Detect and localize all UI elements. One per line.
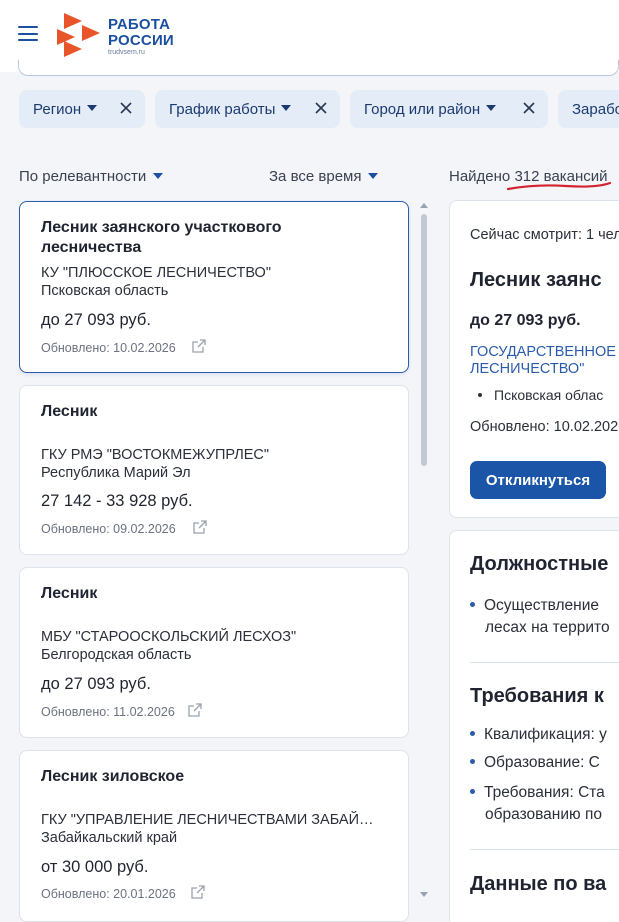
vacancy-card[interactable]: Лесник зиловское ГКУ "УПРАВЛЕНИЕ ЛЕСНИЧЕ… bbox=[19, 750, 409, 922]
external-link-icon[interactable] bbox=[190, 884, 206, 900]
sort-label: По релевантности bbox=[19, 168, 147, 185]
vacancy-card[interactable]: Лесник ГКУ РМЭ "ВОСТОКМЕЖУПРЛЕС" Республ… bbox=[19, 385, 409, 555]
external-link-icon[interactable] bbox=[187, 702, 203, 718]
requirements-heading: Требования к bbox=[470, 685, 604, 707]
filter-salary[interactable]: Зарабо bbox=[558, 90, 619, 128]
external-link-icon[interactable] bbox=[192, 519, 208, 535]
vacancy-description-panel: Должностные Осуществление лесах на терри… bbox=[449, 530, 619, 922]
vacancy-data-heading: Данные по ва bbox=[470, 873, 607, 895]
detail-updated: Обновлено: 10.02.202 bbox=[470, 419, 619, 435]
duties-heading: Должностные bbox=[470, 553, 609, 575]
requirement-text: Требования: Ста bbox=[484, 784, 605, 801]
vacancy-region: Республика Марий Эл bbox=[41, 465, 191, 481]
close-icon[interactable] bbox=[522, 101, 536, 115]
bullet-icon bbox=[478, 393, 482, 397]
sort-label: За все время bbox=[269, 168, 362, 185]
vacancy-updated: Обновлено: 20.01.2026 bbox=[41, 887, 176, 901]
vacancy-card[interactable]: Лесник заянского участкового лесничества… bbox=[19, 201, 409, 373]
chevron-down-icon bbox=[153, 173, 164, 179]
logo-mark-icon bbox=[57, 13, 100, 57]
bullet-icon bbox=[470, 759, 475, 764]
requirement-item: Квалификация: у bbox=[470, 726, 607, 744]
vacancy-salary: до 27 093 руб. bbox=[41, 675, 151, 693]
chevron-down-icon bbox=[368, 173, 379, 179]
sort-period-dropdown[interactable]: За все время bbox=[269, 168, 379, 185]
vacancy-salary: до 27 093 руб. bbox=[41, 311, 151, 329]
scroll-up-arrow-icon[interactable] bbox=[420, 203, 428, 208]
logo-title: РАБОТА РОССИИ bbox=[108, 16, 174, 49]
requirement-text: Образование: С bbox=[484, 754, 600, 771]
close-icon[interactable] bbox=[119, 101, 133, 115]
close-icon[interactable] bbox=[314, 101, 328, 115]
menu-icon[interactable] bbox=[18, 26, 38, 42]
vacancy-updated: Обновлено: 11.02.2026 bbox=[41, 705, 175, 719]
search-bar-edge[interactable] bbox=[18, 60, 619, 76]
vacancy-region: Белгородская область bbox=[41, 647, 192, 663]
logo-subtitle: trudvsem.ru bbox=[108, 49, 145, 56]
vacancy-detail-panel: Сейчас смотрит: 1 чел Лесник заянс до 27… bbox=[449, 200, 619, 518]
vacancy-title[interactable]: Лесник зиловское bbox=[41, 767, 381, 787]
duties-item: Осуществление лесах на террито bbox=[470, 595, 610, 639]
results-prefix: Найдено bbox=[449, 168, 515, 185]
bullet-icon bbox=[470, 731, 475, 736]
external-link-icon[interactable] bbox=[191, 338, 207, 354]
detail-region: Псковская облас bbox=[494, 387, 604, 403]
detail-title: Лесник заянс bbox=[470, 269, 602, 291]
duties-line: Осуществление bbox=[484, 597, 599, 614]
vacancy-employer: КУ "ПЛЮССКОЕ ЛЕСНИЧЕСТВО" bbox=[41, 265, 271, 281]
sort-relevance-dropdown[interactable]: По релевантности bbox=[19, 168, 164, 185]
filter-region[interactable]: Регион bbox=[19, 90, 145, 128]
employer-line: ЛЕСНИЧЕСТВО" bbox=[470, 361, 585, 377]
vacancy-employer: ГКУ РМЭ "ВОСТОКМЕЖУПРЛЕС" bbox=[41, 447, 270, 463]
filter-label: Регион bbox=[33, 100, 82, 118]
vacancy-updated: Обновлено: 09.02.2026 bbox=[41, 522, 176, 536]
section-divider bbox=[470, 662, 619, 663]
vacancy-employer: ГКУ "УПРАВЛЕНИЕ ЛЕСНИЧЕСТВАМИ ЗАБАЙ… bbox=[41, 812, 374, 828]
scrollbar-thumb[interactable] bbox=[421, 214, 427, 466]
chevron-down-icon bbox=[281, 105, 292, 111]
detail-salary: до 27 093 руб. bbox=[470, 312, 581, 329]
watching-now: Сейчас смотрит: 1 чел bbox=[470, 227, 619, 243]
bullet-icon bbox=[470, 602, 475, 607]
red-underline-annotation bbox=[506, 181, 612, 191]
vacancy-title[interactable]: Лесник bbox=[41, 402, 381, 422]
duties-line: лесах на террито bbox=[485, 619, 610, 636]
vacancy-updated: Обновлено: 10.02.2026 bbox=[41, 341, 176, 355]
requirement-item: Образование: С bbox=[470, 754, 600, 772]
filter-city[interactable]: Город или район bbox=[350, 90, 548, 128]
vacancy-title[interactable]: Лесник заянского участкового лесничества bbox=[41, 218, 381, 258]
requirement-text: Квалификация: у bbox=[484, 726, 607, 743]
requirement-item: Требования: Ста образованию по bbox=[470, 782, 605, 826]
vacancy-list: Лесник заянского участкового лесничества… bbox=[19, 200, 411, 922]
vacancy-region: Забайкальский край bbox=[41, 830, 178, 846]
detail-employer-link[interactable]: ГОСУДАРСТВЕННОЕ ЛЕСНИЧЕСТВО" bbox=[470, 344, 616, 378]
filter-label: Город или район bbox=[364, 100, 481, 118]
bullet-icon bbox=[470, 789, 475, 794]
filter-label: График работы bbox=[169, 100, 276, 118]
requirement-text: образованию по bbox=[485, 806, 602, 823]
detail-region-item: Псковская облас bbox=[478, 387, 603, 403]
section-divider bbox=[470, 849, 619, 850]
filter-schedule[interactable]: График работы bbox=[155, 90, 340, 128]
filter-chips: Регион График работы Город или район Зар… bbox=[0, 90, 619, 128]
vacancy-title[interactable]: Лесник bbox=[41, 584, 381, 604]
vacancy-salary: от 30 000 руб. bbox=[41, 858, 149, 876]
logo[interactable]: РАБОТА РОССИИ trudvsem.ru bbox=[56, 11, 206, 59]
filter-label: Зарабо bbox=[572, 100, 619, 118]
chevron-down-icon bbox=[486, 105, 497, 111]
chevron-down-icon bbox=[87, 105, 98, 111]
employer-line: ГОСУДАРСТВЕННОЕ bbox=[470, 344, 616, 360]
vacancy-card[interactable]: Лесник МБУ "СТАРООСКОЛЬСКИЙ ЛЕСХОЗ" Белг… bbox=[19, 567, 409, 738]
vacancy-salary: 27 142 - 33 928 руб. bbox=[41, 492, 193, 510]
apply-button[interactable]: Откликнуться bbox=[470, 461, 606, 499]
vacancy-region: Псковская область bbox=[41, 283, 169, 299]
vacancy-employer: МБУ "СТАРООСКОЛЬСКИЙ ЛЕСХОЗ" bbox=[41, 629, 297, 645]
scroll-down-arrow-icon[interactable] bbox=[420, 892, 428, 897]
